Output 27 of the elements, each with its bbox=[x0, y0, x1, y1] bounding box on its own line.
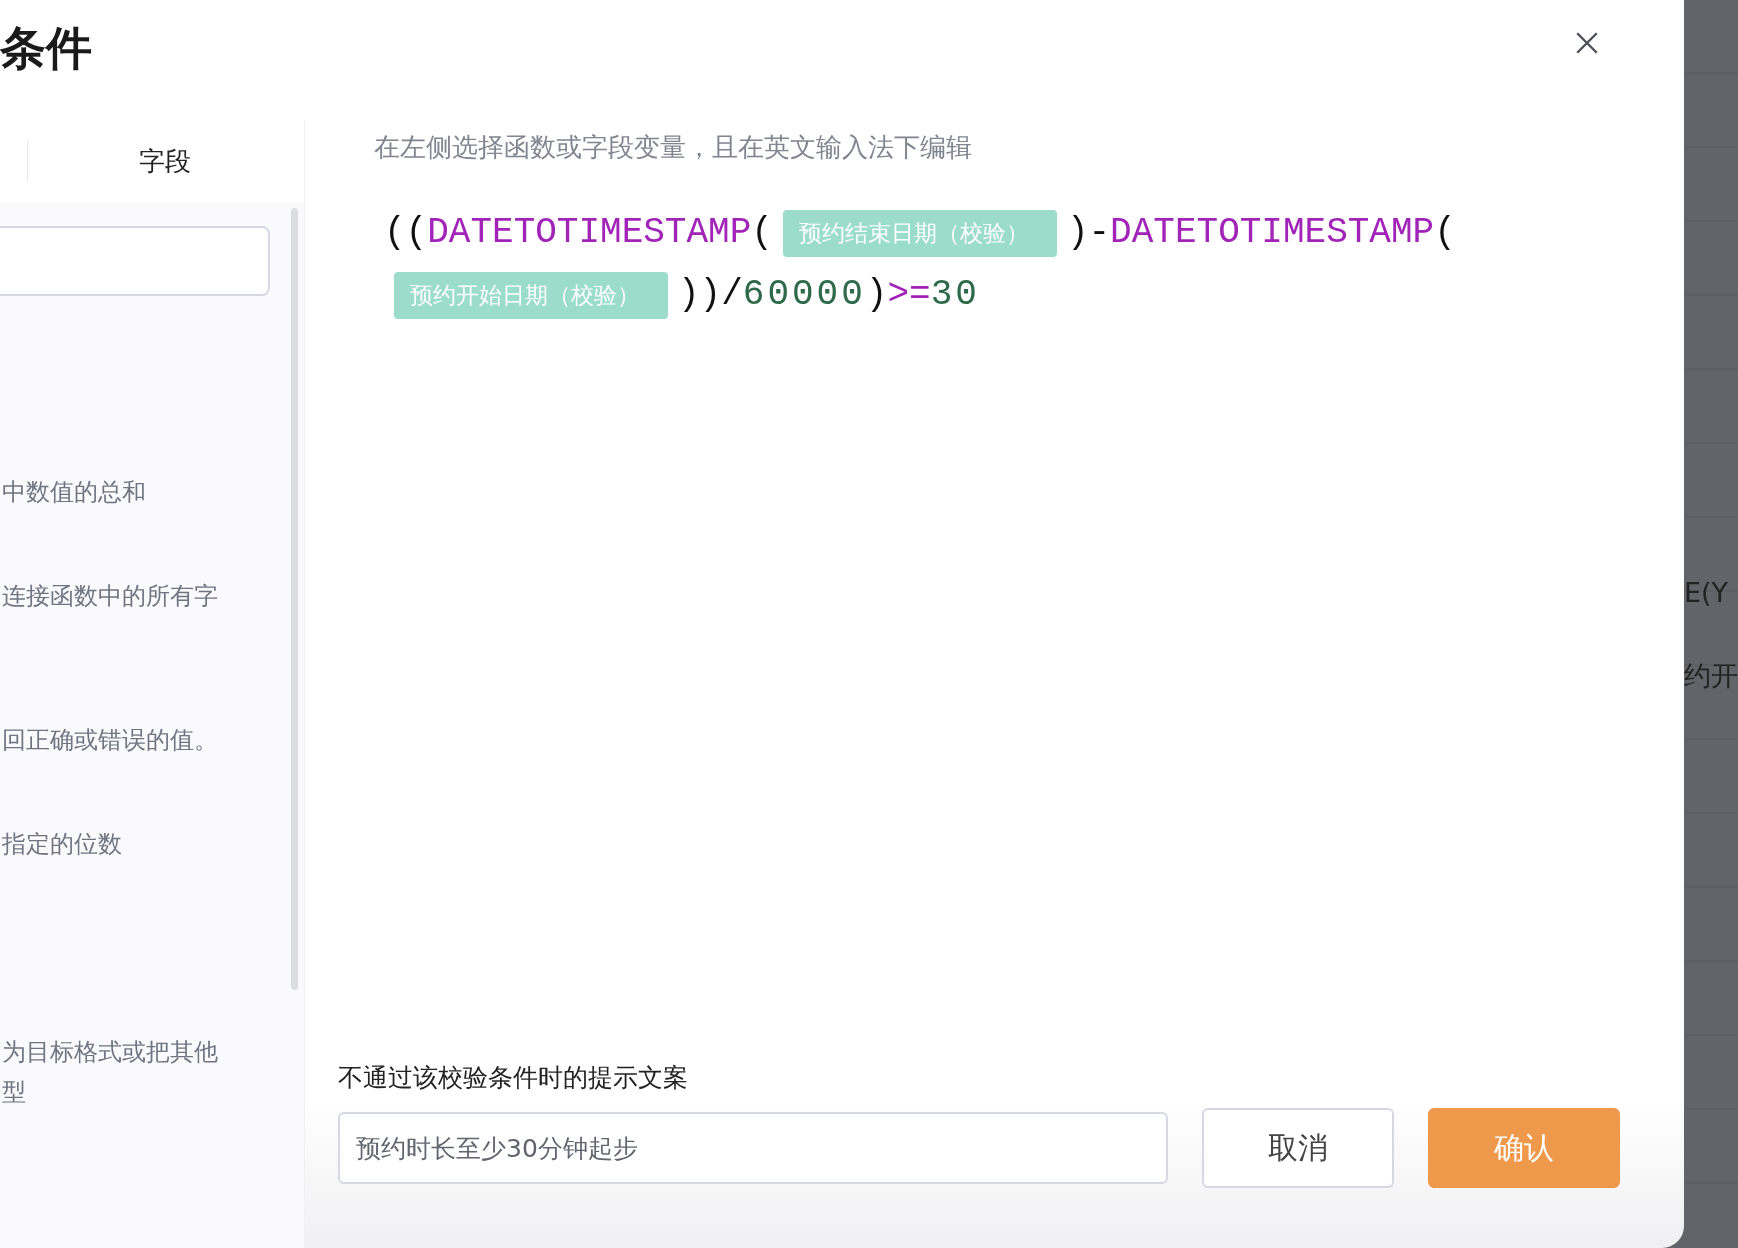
function-description: 连接函数中的所有字 bbox=[2, 581, 219, 612]
formula-token: ))/ bbox=[678, 273, 743, 317]
formula-token: ) bbox=[865, 273, 888, 317]
formula-token: DATETOTIMESTAMP bbox=[427, 211, 752, 255]
formula-token: ( bbox=[751, 211, 773, 255]
formula-token: ( bbox=[1434, 211, 1456, 255]
search-field[interactable] bbox=[0, 226, 270, 296]
dialog-title: 条件 bbox=[0, 20, 92, 77]
function-description: 回正确或错误的值。 bbox=[2, 725, 219, 756]
editor-hint: 在左侧选择函数或字段变量，且在英文输入法下编辑 bbox=[374, 131, 973, 164]
message-label: 不通过该校验条件时的提示文案 bbox=[338, 1062, 689, 1094]
formula-token: )- bbox=[1066, 211, 1111, 255]
function-description: 中数值的总和 bbox=[2, 477, 147, 508]
close-icon[interactable] bbox=[1574, 30, 1600, 56]
scrollbar[interactable] bbox=[291, 208, 298, 990]
background-text: 约开 bbox=[1684, 659, 1738, 693]
formula-token: >= bbox=[887, 273, 931, 317]
formula-token: 60000 bbox=[742, 273, 866, 317]
formula-token: (( bbox=[384, 211, 428, 255]
fields-tab[interactable]: 字段 bbox=[139, 143, 191, 179]
formula-token: 30 bbox=[930, 273, 980, 317]
cancel-button[interactable]: 取消 bbox=[1202, 1108, 1394, 1188]
background-text: E(Y bbox=[1684, 577, 1729, 608]
message-input[interactable]: 预约时长至少30分钟起步 bbox=[338, 1112, 1168, 1184]
function-description: 指定的位数 bbox=[2, 829, 123, 860]
function-description: 为目标格式或把其他型 bbox=[2, 1037, 219, 1108]
formula-token: DATETOTIMESTAMP bbox=[1110, 211, 1435, 255]
